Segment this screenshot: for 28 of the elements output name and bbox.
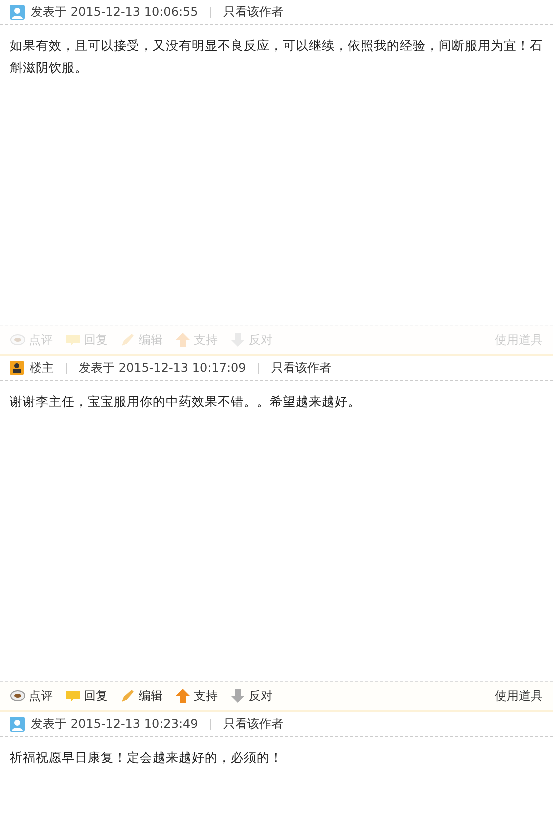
post-body: 谢谢李主任，宝宝服用你的中药效果不错。。希望越来越好。 xyxy=(9,393,362,411)
comment-icon xyxy=(10,332,26,348)
post-body: 如果有效，且可以接受，又没有明显不良反应，可以继续，依照我的经验，间断服用为宜！石斛滋阴饮服。 xyxy=(9,37,544,77)
down-arrow-icon xyxy=(230,688,246,704)
up-arrow-icon xyxy=(175,688,191,704)
action-link[interactable]: 反对 xyxy=(230,688,273,704)
post-time: 发表于 2015-12-13 10:23:49 xyxy=(31,716,198,732)
only-author-link[interactable]: 只看该作者 xyxy=(223,4,284,20)
comment-icon xyxy=(10,688,26,704)
use-tools-link[interactable]: 使用道具 xyxy=(495,688,543,704)
author-label: 楼主 xyxy=(30,360,54,376)
user-icon xyxy=(10,716,25,732)
speech-bubble-icon xyxy=(65,332,81,348)
user-icon xyxy=(10,4,25,20)
post-time: 发表于 2015-12-13 10:17:09 xyxy=(79,360,246,376)
up-arrow-icon xyxy=(175,332,191,348)
post-body: 祈福祝愿早日康复！定会越来越好的，必须的！ xyxy=(9,749,284,767)
action-link[interactable]: 支持 xyxy=(175,688,218,704)
pencil-icon xyxy=(120,688,136,704)
pencil-icon xyxy=(120,332,136,348)
speech-bubble-icon xyxy=(65,688,81,704)
action-link[interactable]: 编辑 xyxy=(120,688,163,704)
post-time: 发表于 2015-12-13 10:06:55 xyxy=(31,4,198,20)
action-link[interactable]: 点评 xyxy=(10,688,53,704)
action-link[interactable]: 回复 xyxy=(65,688,108,704)
only-author-link[interactable]: 只看该作者 xyxy=(223,716,284,732)
only-author-link[interactable]: 只看该作者 xyxy=(271,360,332,376)
author-icon xyxy=(10,361,24,375)
